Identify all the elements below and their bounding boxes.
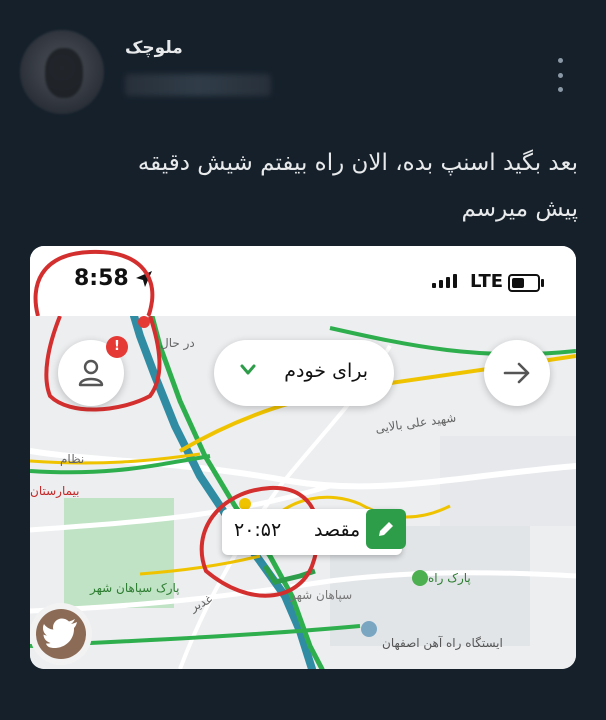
tweet-screenshot: ملوچک بعد بگید اسنپ بده، الان راه بیفتم … — [0, 0, 606, 720]
network-type: LTE — [470, 271, 504, 292]
map-label-park: پارک سپاهان شهر — [90, 581, 180, 595]
author-name[interactable]: ملوچک — [125, 38, 183, 58]
notification-badge: ! — [106, 336, 128, 358]
tweet-text: بعد بگید اسنپ بده، الان راه بیفتم شیش دق… — [38, 140, 578, 232]
tweet-media[interactable]: شهید علی بالایی نظام بیمارستان پارک راه … — [30, 246, 576, 669]
twitter-bird-icon — [43, 618, 77, 648]
forward-button[interactable] — [484, 340, 550, 406]
red-annotation-circle — [33, 249, 155, 316]
map-label-park: پارک راه — [428, 571, 471, 585]
map-label-street: نظام — [60, 452, 85, 466]
map-label-hospital: بیمارستان — [30, 484, 80, 498]
cell-signal-icon — [432, 274, 457, 288]
tweet-text-line-2: پیش میرسم — [461, 196, 578, 222]
avatar[interactable] — [20, 30, 104, 114]
map-label-station: ایستگاه راه آهن اصفهان — [382, 636, 503, 650]
status-bar: 8:58 LTE — [30, 246, 576, 316]
ride-for-label: برای خودم — [284, 360, 368, 382]
edit-destination-button[interactable] — [366, 509, 406, 549]
twitter-logo-badge — [30, 603, 92, 665]
author-handle-blurred — [125, 74, 271, 96]
map-label-street: سپاهان شهر — [290, 588, 353, 602]
pencil-icon — [379, 522, 393, 536]
destination-label: مقصد — [314, 519, 361, 541]
user-icon — [78, 359, 104, 387]
arrival-time: ۲۰:۵۲ — [234, 519, 282, 541]
ride-for-selector[interactable]: برای خودم — [214, 340, 394, 406]
arrow-right-icon — [503, 362, 530, 384]
map-label-street: در حال — [160, 336, 195, 350]
chevron-down-icon — [240, 364, 256, 375]
battery-icon — [508, 274, 544, 292]
tweet-text-line-1: بعد بگید اسنپ بده، الان راه بیفتم شیش دق… — [137, 150, 578, 176]
more-options-icon[interactable] — [550, 58, 570, 92]
